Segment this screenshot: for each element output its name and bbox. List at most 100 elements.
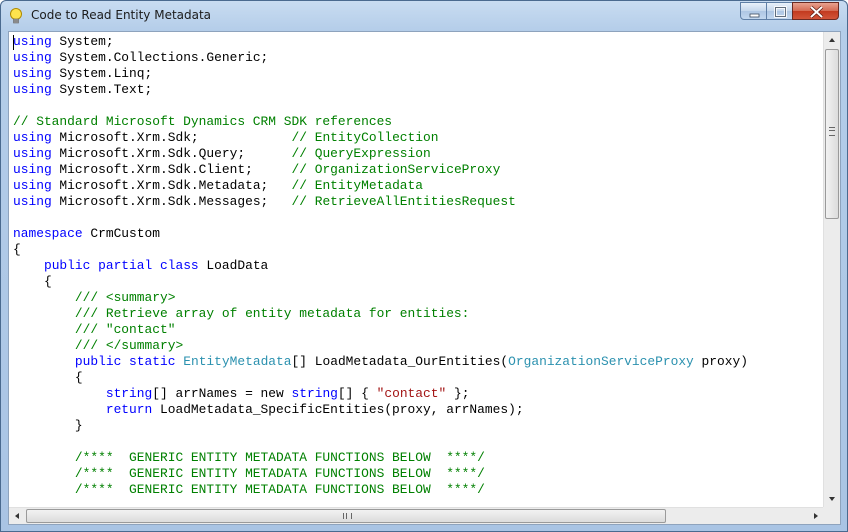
window-title: Code to Read Entity Metadata	[31, 8, 212, 22]
code-line: {	[13, 370, 823, 386]
code-token: {	[13, 242, 21, 257]
code-line: public static EntityMetadata[] LoadMetad…	[13, 354, 823, 370]
code-token: using	[13, 178, 52, 193]
code-token: using	[13, 130, 52, 145]
code-line: return LoadMetadata_SpecificEntities(pro…	[13, 402, 823, 418]
code-token: public static	[74, 354, 176, 369]
code-token: using	[13, 66, 52, 81]
code-line: using Microsoft.Xrm.Sdk.Query; // QueryE…	[13, 146, 823, 162]
code-line: }	[13, 418, 823, 434]
code-token: LoadMetadata_SpecificEntities(proxy, arr…	[152, 402, 524, 417]
code-line: {	[13, 242, 823, 258]
grip-icon	[829, 127, 835, 136]
scrollbar-corner	[823, 507, 840, 524]
code-line: /// <summary>	[13, 290, 823, 306]
code-token: Microsoft.Xrm.Sdk.Query;	[51, 146, 292, 161]
text-caret	[13, 35, 14, 50]
code-line: /**** GENERIC ENTITY METADATA FUNCTIONS …	[13, 482, 823, 498]
code-line: using System.Text;	[13, 82, 823, 98]
code-token: using	[13, 162, 52, 177]
code-token: /// "contact"	[13, 322, 176, 337]
code-token: public partial class	[43, 258, 199, 273]
code-token: }	[13, 418, 83, 433]
code-line: using Microsoft.Xrm.Sdk; // EntityCollec…	[13, 130, 823, 146]
code-line: /// "contact"	[13, 322, 823, 338]
code-token: System.Linq;	[51, 66, 153, 81]
code-token: [] LoadMetadata_OurEntities(	[291, 354, 509, 369]
code-line: /**** GENERIC ENTITY METADATA FUNCTIONS …	[13, 450, 823, 466]
code-line: using System;	[13, 34, 823, 50]
arrow-down-icon[interactable]	[824, 491, 840, 507]
code-token: string	[105, 386, 153, 401]
code-token: // RetrieveAllEntitiesRequest	[291, 194, 516, 209]
close-button[interactable]	[792, 2, 839, 20]
close-icon	[809, 5, 824, 19]
code-line: public partial class LoadData	[13, 258, 823, 274]
minimize-icon	[749, 13, 760, 18]
code-token: // Standard Microsoft Dynamics CRM SDK r…	[13, 114, 393, 129]
code-token: using	[13, 194, 52, 209]
code-token: OrganizationServiceProxy	[508, 354, 694, 369]
code-token: // OrganizationServiceProxy	[291, 162, 501, 177]
code-token: // EntityCollection	[291, 130, 439, 145]
code-token: Microsoft.Xrm.Sdk.Client;	[51, 162, 292, 177]
code-line: using Microsoft.Xrm.Sdk.Messages; // Ret…	[13, 194, 823, 210]
code-token: System;	[51, 34, 114, 49]
code-line: /// Retrieve array of entity metadata fo…	[13, 306, 823, 322]
maximize-button[interactable]	[766, 2, 793, 20]
code-viewer-window: Code to Read Entity Metadata using Syste…	[0, 0, 848, 532]
code-token: return	[105, 402, 153, 417]
code-token: using	[13, 50, 52, 65]
code-token: proxy)	[693, 354, 748, 369]
code-editor[interactable]: using System; using System.Collections.Ge…	[8, 31, 841, 525]
code-token: using	[13, 146, 52, 161]
code-token: /// Retrieve array of entity metadata fo…	[13, 306, 470, 321]
code-token: EntityMetadata	[183, 354, 292, 369]
arrow-right-icon[interactable]	[808, 508, 824, 524]
code-token: /// <summary>	[13, 290, 176, 305]
code-line: using System.Linq;	[13, 66, 823, 82]
code-line: /**** GENERIC ENTITY METADATA FUNCTIONS …	[13, 466, 823, 482]
code-token: Microsoft.Xrm.Sdk.Messages;	[51, 194, 292, 209]
code-token: using	[13, 82, 52, 97]
code-line: using System.Collections.Generic;	[13, 50, 823, 66]
code-token: using	[13, 34, 52, 49]
code-token: CrmCustom	[82, 226, 160, 241]
code-token: LoadData	[198, 258, 269, 273]
code-token: };	[446, 386, 470, 401]
vertical-scroll-thumb[interactable]	[825, 49, 839, 219]
code-line: namespace CrmCustom	[13, 226, 823, 242]
code-token: Microsoft.Xrm.Sdk.Metadata;	[51, 178, 292, 193]
code-area[interactable]: using System; using System.Collections.Ge…	[13, 34, 823, 506]
vertical-scrollbar[interactable]	[823, 32, 840, 507]
code-token: System.Text;	[51, 82, 153, 97]
code-token: /// </summary>	[13, 338, 184, 353]
arrow-up-icon[interactable]	[824, 32, 840, 48]
code-token: [] {	[337, 386, 377, 401]
code-line: /// </summary>	[13, 338, 823, 354]
code-token: /**** GENERIC ENTITY METADATA FUNCTIONS …	[13, 450, 485, 465]
horizontal-scroll-thumb[interactable]	[26, 509, 666, 523]
code-line: string[] arrNames = new string[] { "cont…	[13, 386, 823, 402]
grip-icon	[343, 513, 352, 519]
code-token: string	[291, 386, 338, 401]
horizontal-scrollbar[interactable]	[9, 507, 824, 524]
code-token: /**** GENERIC ENTITY METADATA FUNCTIONS …	[13, 482, 485, 497]
code-line: using Microsoft.Xrm.Sdk.Metadata; // Ent…	[13, 178, 823, 194]
code-token: {	[13, 274, 52, 289]
code-token: {	[13, 370, 83, 385]
code-token: System.Collections.Generic;	[51, 50, 269, 65]
code-token: [] arrNames = new	[152, 386, 292, 401]
title-bar[interactable]: Code to Read Entity Metadata	[1, 1, 847, 31]
code-token: Microsoft.Xrm.Sdk;	[51, 130, 292, 145]
code-text: using System; using System.Collections.Ge…	[13, 34, 823, 498]
minimize-button[interactable]	[740, 2, 767, 20]
arrow-left-icon[interactable]	[9, 508, 25, 524]
